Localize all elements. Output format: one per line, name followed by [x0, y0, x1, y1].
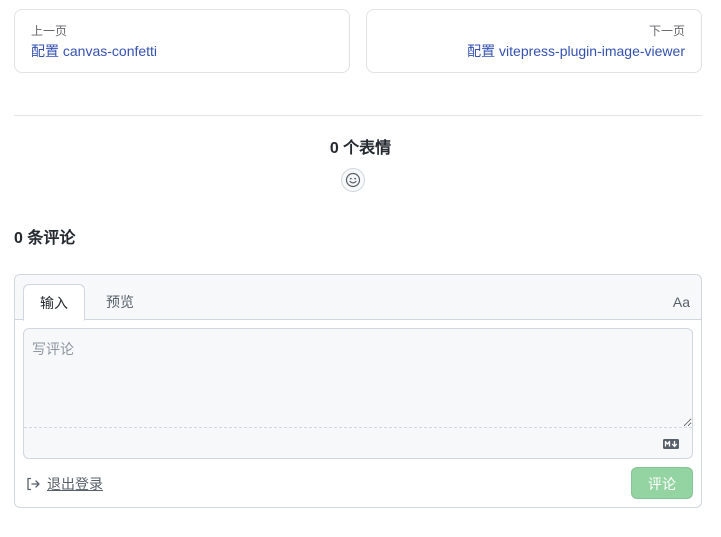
add-reaction-button[interactable]: [341, 168, 365, 192]
page: 上一页 配置 canvas-confetti 下一页 配置 vitepress-…: [0, 0, 721, 537]
next-page-title: 配置 vitepress-plugin-image-viewer: [467, 43, 685, 59]
next-page-link[interactable]: 下一页 配置 vitepress-plugin-image-viewer: [366, 9, 702, 73]
tab-write[interactable]: 输入: [23, 284, 85, 321]
sign-out-button[interactable]: 退出登录: [25, 474, 103, 494]
font-toggle-button[interactable]: Aa: [673, 293, 690, 311]
sign-out-label: 退出登录: [47, 476, 103, 492]
sign-out-icon: [27, 477, 40, 491]
tab-preview[interactable]: 预览: [93, 284, 147, 321]
smiley-icon: [345, 172, 361, 188]
reactions-title: 0 个表情: [329, 140, 392, 157]
submit-comment-button[interactable]: 评论: [631, 467, 693, 499]
prev-page-desc: 上一页: [31, 24, 68, 38]
comment-editor: 输入 预览 Aa 退出登录 评论: [14, 274, 702, 508]
comment-input[interactable]: [24, 329, 692, 428]
comment-input-wrapper: [23, 328, 693, 459]
editor-header: 输入 预览 Aa: [15, 275, 701, 321]
prev-page-link[interactable]: 上一页 配置 canvas-confetti: [14, 9, 350, 73]
divider: [14, 115, 702, 116]
next-page-desc: 下一页: [648, 24, 685, 38]
prev-page-title: 配置 canvas-confetti: [31, 43, 158, 59]
markdown-icon[interactable]: [663, 439, 679, 449]
comments-count: 0 条评论: [14, 230, 76, 247]
